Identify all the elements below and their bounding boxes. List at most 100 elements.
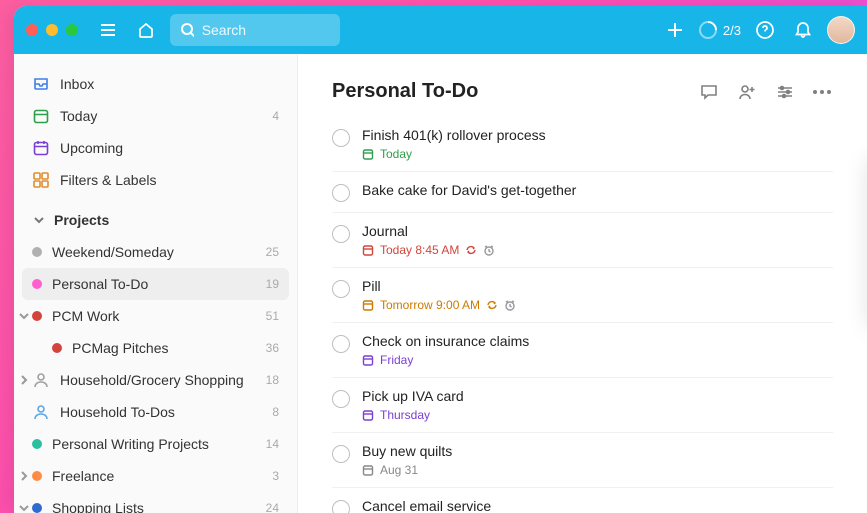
chevron-down-icon[interactable] — [16, 308, 32, 324]
sidebar-item-filters[interactable]: Filters & Labels — [22, 164, 289, 196]
task-row[interactable]: Check on insurance claims Friday — [332, 323, 833, 378]
calendar-icon — [362, 464, 374, 476]
sidebar-project-7[interactable]: Freelance 3 — [22, 460, 289, 492]
sidebar-project-6[interactable]: Personal Writing Projects 14 — [22, 428, 289, 460]
view-options-button[interactable] — [775, 82, 795, 102]
sidebar-item-today[interactable]: Today 4 — [22, 100, 289, 132]
window-minimize-icon[interactable] — [46, 24, 58, 36]
project-label: PCMag Pitches — [72, 340, 168, 356]
avatar[interactable] — [827, 16, 855, 44]
plus-icon — [665, 20, 685, 40]
sidebar: Inbox Today 4 Upcoming Filters & Labels … — [14, 54, 298, 513]
project-label: Personal To-Do — [52, 276, 148, 292]
project-count: 18 — [266, 373, 279, 387]
task-checkbox[interactable] — [332, 184, 350, 202]
projects-label: Projects — [54, 212, 109, 228]
task-row[interactable]: Journal Today 8:45 AM — [332, 213, 833, 268]
project-count: 3 — [272, 469, 279, 483]
filters-icon — [32, 171, 50, 189]
task-meta: Friday — [362, 353, 529, 367]
sidebar-item-label: Today — [60, 108, 97, 124]
task-checkbox[interactable] — [332, 335, 350, 353]
task-meta: Aug 31 — [362, 463, 452, 477]
task-title: Check on insurance claims — [362, 333, 529, 349]
task-row[interactable]: Pick up IVA card Thursday — [332, 378, 833, 433]
repeat-icon — [465, 244, 477, 256]
app-body: Inbox Today 4 Upcoming Filters & Labels … — [14, 54, 867, 513]
share-button[interactable] — [737, 82, 757, 102]
help-icon — [755, 20, 775, 40]
sidebar-project-5[interactable]: Household To-Dos 8 — [22, 396, 289, 428]
project-color-icon — [32, 439, 42, 449]
menu-icon — [99, 21, 117, 39]
task-row[interactable]: Pill Tomorrow 9:00 AM — [332, 268, 833, 323]
project-count: 36 — [266, 341, 279, 355]
project-color-icon — [32, 503, 42, 513]
sidebar-item-label: Upcoming — [60, 140, 123, 156]
calendar-icon — [362, 409, 374, 421]
app-window: 2/3 Inbox Today 4 Upcoming — [14, 6, 867, 513]
project-count: 24 — [266, 501, 279, 513]
project-label: Shopping Lists — [52, 500, 144, 513]
comment-icon — [699, 82, 719, 102]
add-button[interactable] — [661, 16, 689, 44]
task-checkbox[interactable] — [332, 225, 350, 243]
chevron-right-icon[interactable] — [16, 468, 32, 484]
project-color-icon — [52, 343, 62, 353]
task-checkbox[interactable] — [332, 280, 350, 298]
sidebar-project-1[interactable]: Personal To-Do 19 — [22, 268, 289, 300]
project-color-icon — [32, 279, 42, 289]
task-checkbox[interactable] — [332, 129, 350, 147]
home-button[interactable] — [132, 16, 160, 44]
bell-icon — [793, 20, 813, 40]
sidebar-item-label: Filters & Labels — [60, 172, 156, 188]
progress-ring-icon — [695, 17, 720, 42]
window-zoom-icon[interactable] — [66, 24, 78, 36]
task-meta: Tomorrow 9:00 AM — [362, 298, 516, 312]
task-meta: Today 8:45 AM — [362, 243, 495, 257]
project-label: Household To-Dos — [60, 404, 175, 420]
projects-header[interactable]: Projects — [22, 204, 289, 236]
comments-button[interactable] — [699, 82, 719, 102]
task-title: Journal — [362, 223, 495, 239]
task-title: Bake cake for David's get-together — [362, 182, 576, 198]
project-color-icon — [32, 471, 42, 481]
task-meta: Thursday — [362, 408, 464, 422]
sidebar-project-3[interactable]: PCMag Pitches 36 — [22, 332, 289, 364]
calendar-icon — [362, 244, 374, 256]
chevron-down-icon[interactable] — [16, 500, 32, 513]
chevron-right-icon[interactable] — [16, 372, 32, 388]
window-close-icon[interactable] — [26, 24, 38, 36]
task-title: Finish 401(k) rollover process — [362, 127, 546, 143]
page-title: Personal To-Do — [332, 80, 478, 103]
task-checkbox[interactable] — [332, 500, 350, 513]
task-row[interactable]: Cancel email service Aug 1 — [332, 488, 833, 513]
task-row[interactable]: Bake cake for David's get-together — [332, 172, 833, 213]
task-row[interactable]: Buy new quilts Aug 31 — [332, 433, 833, 488]
project-label: Household/Grocery Shopping — [60, 372, 244, 388]
chevron-down-icon — [32, 213, 46, 227]
sidebar-project-2[interactable]: PCM Work 51 — [22, 300, 289, 332]
sidebar-item-upcoming[interactable]: Upcoming — [22, 132, 289, 164]
more-button[interactable] — [813, 82, 833, 102]
notifications-button[interactable] — [789, 16, 817, 44]
productivity-button[interactable]: 2/3 — [699, 21, 741, 39]
help-button[interactable] — [751, 16, 779, 44]
menu-button[interactable] — [94, 16, 122, 44]
task-row[interactable]: Finish 401(k) rollover process Today — [332, 117, 833, 172]
title-actions — [699, 82, 833, 102]
sidebar-project-0[interactable]: Weekend/Someday 25 — [22, 236, 289, 268]
calendar-icon — [362, 148, 374, 160]
window-traffic-lights — [26, 24, 78, 36]
search-field[interactable] — [170, 14, 340, 46]
sidebar-project-4[interactable]: Household/Grocery Shopping 18 — [22, 364, 289, 396]
project-count: 19 — [266, 277, 279, 291]
task-title: Cancel email service — [362, 498, 491, 513]
project-label: Freelance — [52, 468, 114, 484]
search-input[interactable] — [202, 22, 330, 38]
task-checkbox[interactable] — [332, 445, 350, 463]
sidebar-project-8[interactable]: Shopping Lists 24 — [22, 492, 289, 513]
sidebar-item-inbox[interactable]: Inbox — [22, 68, 289, 100]
task-checkbox[interactable] — [332, 390, 350, 408]
person-add-icon — [737, 82, 757, 102]
